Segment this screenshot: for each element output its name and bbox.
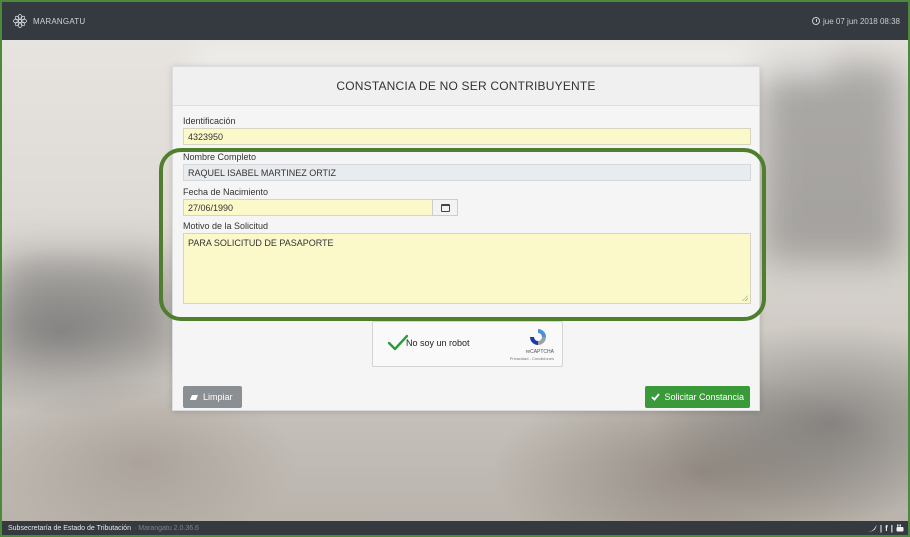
captcha-label: No soy un robot (406, 338, 470, 348)
window-frame: MARANGATU jue 07 jun 2018 08:38 CONSTANC… (0, 0, 910, 537)
recaptcha-links[interactable]: Privacidad - Condiciones (510, 356, 554, 361)
clear-button-label: Limpiar (203, 392, 233, 402)
recaptcha-logo-icon (530, 329, 546, 345)
submit-button-label: Solicitar Constancia (664, 392, 744, 402)
brand[interactable]: MARANGATU (12, 13, 85, 29)
social-separator: | (879, 523, 883, 533)
recaptcha-brand: reCAPTCHA (525, 349, 554, 355)
footer-version: · Marangatu 2.0.36.6 (133, 524, 199, 532)
datetime: jue 07 jun 2018 08:38 (812, 17, 900, 26)
footer: Subsecretaría de Estado de Tributación ·… (2, 521, 908, 535)
identificacion-label: Identificación (183, 116, 236, 126)
social-separator: | (890, 523, 893, 533)
brand-name: MARANGATU (33, 16, 86, 26)
recaptcha-widget[interactable]: No soy un robot reCAPTCHA Privacidad - C… (372, 321, 563, 367)
top-navbar: MARANGATU jue 07 jun 2018 08:38 (2, 2, 908, 40)
check-icon (651, 393, 661, 401)
submit-button[interactable]: Solicitar Constancia (645, 386, 750, 408)
social-links: | f | (867, 523, 904, 533)
datetime-text: jue 07 jun 2018 08:38 (823, 16, 900, 26)
eraser-icon (190, 394, 198, 400)
identificacion-input[interactable]: 4323950 (183, 128, 751, 145)
youtube-icon[interactable] (896, 524, 904, 532)
clock-icon (812, 17, 821, 25)
clear-button[interactable]: Limpiar (183, 386, 242, 408)
flower-logo-icon (13, 14, 27, 28)
form-title: CONSTANCIA DE NO SER CONTRIBUYENTE (173, 67, 759, 106)
highlight-annotation (159, 148, 766, 321)
facebook-icon[interactable]: f (885, 524, 888, 533)
twitter-icon[interactable] (867, 525, 877, 532)
footer-org: Subsecretaría de Estado de Tributación (8, 524, 131, 532)
